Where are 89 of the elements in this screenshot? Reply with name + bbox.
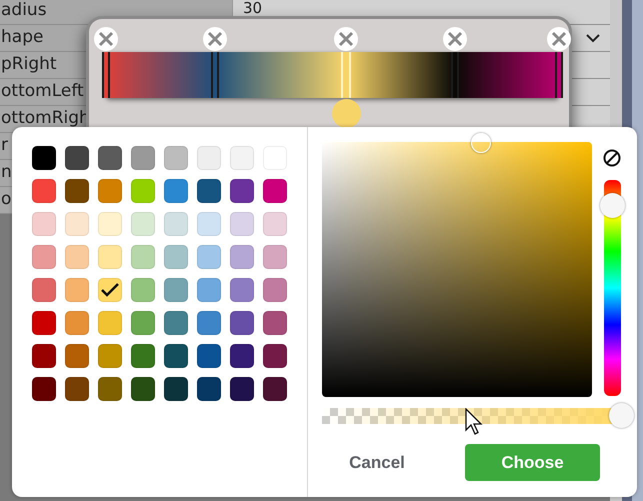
- color-swatch[interactable]: [98, 212, 122, 236]
- no-color-icon[interactable]: [602, 148, 622, 168]
- cancel-button[interactable]: Cancel: [322, 444, 432, 481]
- color-area-handle[interactable]: [471, 133, 492, 153]
- color-swatch[interactable]: [164, 344, 188, 368]
- color-swatch[interactable]: [230, 179, 254, 203]
- color-swatch[interactable]: [230, 278, 254, 302]
- color-swatch[interactable]: [197, 311, 221, 335]
- color-swatch[interactable]: [197, 212, 221, 236]
- color-swatch[interactable]: [230, 245, 254, 269]
- color-swatch[interactable]: [164, 146, 188, 170]
- close-icon: [338, 31, 354, 47]
- color-swatch[interactable]: [32, 245, 56, 269]
- color-swatch[interactable]: [32, 146, 56, 170]
- color-swatch[interactable]: [230, 344, 254, 368]
- close-icon: [551, 31, 567, 47]
- stop-marker[interactable]: [555, 52, 563, 98]
- color-swatch[interactable]: [197, 146, 221, 170]
- color-swatch[interactable]: [197, 377, 221, 401]
- color-swatch[interactable]: [131, 311, 155, 335]
- close-icon: [206, 31, 223, 47]
- remove-stop-button[interactable]: [334, 27, 358, 51]
- color-swatch[interactable]: [230, 377, 254, 401]
- color-swatch[interactable]: [32, 212, 56, 236]
- color-swatch[interactable]: [32, 344, 56, 368]
- color-swatch[interactable]: [65, 377, 89, 401]
- color-swatch[interactable]: [263, 344, 287, 368]
- color-swatch[interactable]: [98, 377, 122, 401]
- color-swatch[interactable]: [164, 311, 188, 335]
- color-swatch[interactable]: [197, 278, 221, 302]
- color-swatch[interactable]: [65, 245, 89, 269]
- color-swatch[interactable]: [98, 179, 122, 203]
- color-swatch[interactable]: [98, 146, 122, 170]
- check-icon: [101, 283, 119, 297]
- color-swatch[interactable]: [263, 377, 287, 401]
- close-icon: [446, 31, 463, 47]
- color-swatch[interactable]: [65, 212, 89, 236]
- color-swatch[interactable]: [164, 212, 188, 236]
- color-swatch[interactable]: [131, 245, 155, 269]
- color-swatch[interactable]: [164, 377, 188, 401]
- color-swatch[interactable]: [131, 377, 155, 401]
- color-swatch[interactable]: [98, 311, 122, 335]
- color-swatch[interactable]: [263, 311, 287, 335]
- color-swatch[interactable]: [164, 278, 188, 302]
- color-gradient-area[interactable]: [322, 142, 592, 397]
- color-swatch[interactable]: [230, 146, 254, 170]
- color-swatch[interactable]: [131, 146, 155, 170]
- color-swatch[interactable]: [65, 278, 89, 302]
- color-swatch[interactable]: [164, 179, 188, 203]
- color-swatch[interactable]: [32, 278, 56, 302]
- color-swatch[interactable]: [32, 179, 56, 203]
- color-swatch[interactable]: [263, 179, 287, 203]
- color-swatch[interactable]: [197, 245, 221, 269]
- stop-marker[interactable]: [210, 52, 219, 98]
- color-swatch[interactable]: [197, 179, 221, 203]
- color-swatch[interactable]: [65, 311, 89, 335]
- selected-stop-marker[interactable]: [341, 52, 352, 98]
- remove-stop-button[interactable]: [442, 27, 467, 51]
- color-swatch[interactable]: [131, 278, 155, 302]
- stop-marker[interactable]: [102, 52, 110, 98]
- remove-stop-button[interactable]: [94, 27, 118, 51]
- mouse-cursor-icon: [465, 408, 485, 436]
- chevron-down-icon[interactable]: [586, 34, 600, 42]
- slider-thumb[interactable]: [600, 193, 625, 218]
- color-swatch[interactable]: [98, 245, 122, 269]
- color-swatch[interactable]: [230, 311, 254, 335]
- color-swatch[interactable]: [263, 278, 287, 302]
- color-swatch[interactable]: [65, 179, 89, 203]
- property-value: 30: [243, 1, 262, 15]
- close-icon: [98, 31, 114, 47]
- color-swatch[interactable]: [131, 179, 155, 203]
- slider-thumb[interactable]: [608, 403, 634, 428]
- color-swatch[interactable]: [98, 278, 122, 302]
- color-swatch[interactable]: [131, 212, 155, 236]
- color-swatch[interactable]: [164, 245, 188, 269]
- color-swatch[interactable]: [197, 344, 221, 368]
- remove-stop-button[interactable]: [202, 27, 227, 51]
- color-swatch[interactable]: [65, 146, 89, 170]
- color-swatch[interactable]: [32, 311, 56, 335]
- color-swatch[interactable]: [263, 245, 287, 269]
- color-swatch[interactable]: [98, 344, 122, 368]
- color-swatch[interactable]: [32, 377, 56, 401]
- color-swatch[interactable]: [131, 344, 155, 368]
- stop-marker[interactable]: [450, 52, 459, 98]
- color-swatch[interactable]: [230, 212, 254, 236]
- color-swatch[interactable]: [263, 212, 287, 236]
- selected-color-handle[interactable]: [332, 99, 361, 128]
- remove-stop-button[interactable]: [547, 27, 571, 51]
- color-swatch[interactable]: [65, 344, 89, 368]
